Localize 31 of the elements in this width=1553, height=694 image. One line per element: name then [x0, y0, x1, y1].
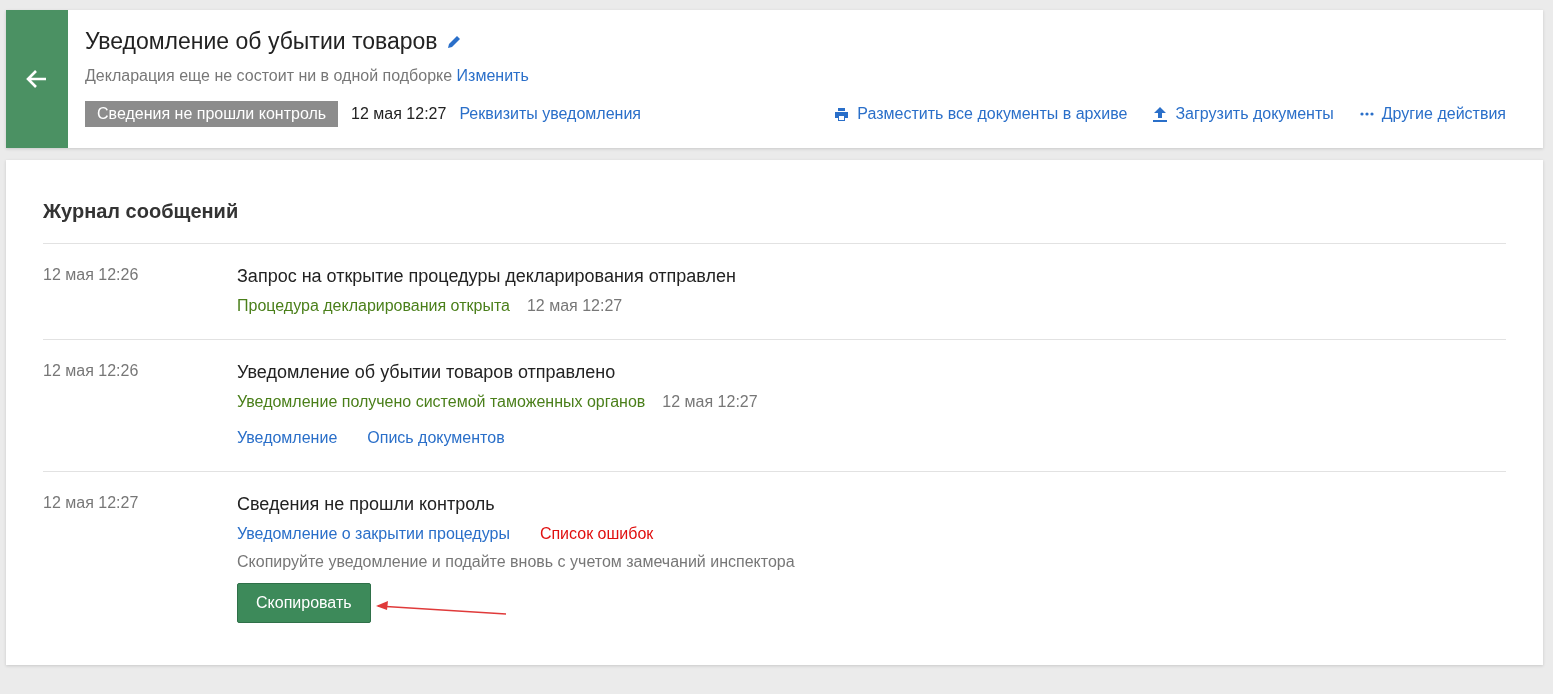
entry-time: 12 мая 12:26: [43, 266, 140, 285]
hint-text: Скопируйте уведомление и подайте вновь с учетом замечаний инспектора: [237, 553, 795, 571]
errors-link[interactable]: Список ошибок: [539, 525, 654, 543]
printer-icon: [834, 106, 850, 122]
status-date: 12 мая 12:27: [351, 105, 447, 123]
upload-icon: [1153, 106, 1168, 122]
action-link[interactable]: Другие действия: [1359, 105, 1506, 123]
status-date: 12 мая 12:27: [526, 297, 623, 315]
entry-title: Уведомление об убытии товаров отправлено: [237, 362, 617, 383]
pencil-icon[interactable]: [445, 33, 462, 50]
more-icon: [1359, 112, 1374, 116]
entry-time: 12 мая 12:26: [43, 362, 140, 381]
entry-title: Запрос на открытие процедуры декларирования отправлен: [237, 266, 736, 287]
change-link[interactable]: Изменить: [456, 67, 529, 84]
copy-button[interactable]: Скопировать: [237, 583, 371, 623]
document-link[interactable]: Опись документов: [367, 429, 505, 447]
status-date: 12 мая 12:27: [662, 393, 758, 411]
page-title: Уведомление об убытии товаров: [85, 28, 438, 55]
action-link[interactable]: Загрузить документы: [1153, 105, 1334, 123]
entry-time: 12 мая 12:27: [43, 494, 140, 513]
document-link[interactable]: Уведомление о закрытии процедуры: [237, 525, 510, 543]
section-title: Журнал сообщений: [43, 200, 1506, 244]
status-text: Процедура декларирования открыта: [237, 297, 510, 315]
document-link[interactable]: Уведомление: [237, 429, 338, 447]
subtitle: Декларация еще не состоит ни в одной подборке: [85, 67, 453, 84]
requisites-link[interactable]: Реквизиты уведомления: [459, 105, 641, 123]
action-link[interactable]: Разместить все документы в архиве: [834, 105, 1128, 123]
arrow-left-icon: [26, 69, 48, 89]
status-text: Уведомление получено системой таможенных органов: [237, 393, 646, 411]
status-badge: Сведения не прошли контроль: [85, 101, 339, 127]
entry-title: Сведения не прошли контроль: [237, 494, 496, 515]
